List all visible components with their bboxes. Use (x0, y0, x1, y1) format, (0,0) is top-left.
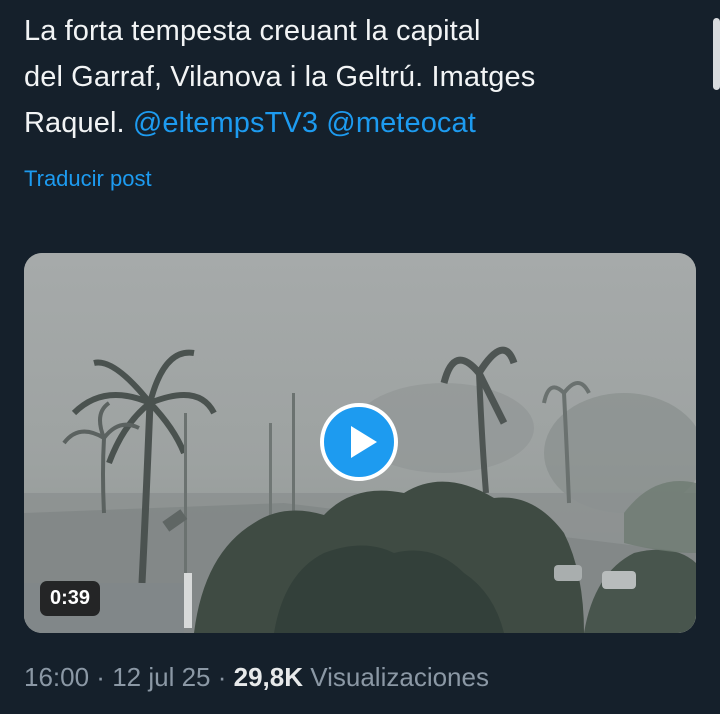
tweet-text-line-1: La forta tempesta creuant la capital (24, 15, 481, 47)
tweet-metadata: 16:00 · 12 jul 25 · 29,8K Visualizacione… (24, 662, 489, 693)
video-duration-badge: 0:39 (40, 581, 101, 616)
tweet-date[interactable]: 12 jul 25 (112, 662, 210, 692)
video-player[interactable]: 0:39 (24, 253, 696, 633)
play-button[interactable] (320, 403, 398, 481)
scrollbar[interactable] (713, 18, 720, 90)
meta-separator: · (210, 662, 234, 692)
tweet-time[interactable]: 16:00 (24, 662, 89, 692)
meta-separator: · (89, 662, 113, 692)
play-icon (351, 426, 377, 458)
tweet-text-line-3: Raquel. (24, 107, 133, 139)
tweet-text: La forta tempesta creuant la capital del… (24, 8, 684, 146)
mention-meteocat[interactable]: @meteocat (326, 107, 476, 139)
views-label[interactable]: Visualizaciones (310, 662, 489, 692)
translate-post-link[interactable]: Traducir post (24, 166, 152, 192)
mention-eltempstv3[interactable]: @eltempsTV3 (133, 107, 318, 139)
views-count[interactable]: 29,8K (234, 662, 303, 692)
tweet-text-line-2: del Garraf, Vilanova i la Geltrú. Imatge… (24, 61, 536, 93)
